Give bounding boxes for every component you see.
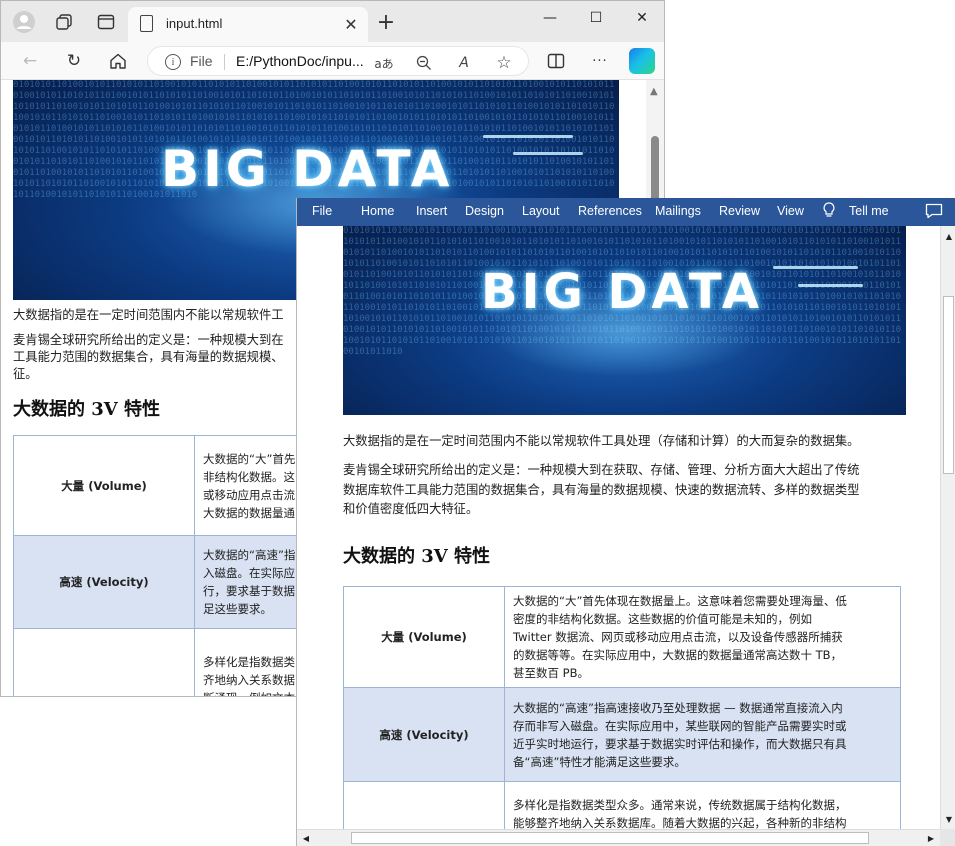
cell-line: 备“高速”特性才能满足这些要求。 xyxy=(513,754,686,769)
address-url[interactable]: E:/PythonDoc/inpu... xyxy=(236,53,364,69)
big-data-banner: 0101010110100101011010101101001010110101… xyxy=(343,226,906,415)
word-window: File Home Insert Design Layout Reference… xyxy=(296,198,955,846)
paragraph-definition-line: 麦肯锡全球研究所给出的定义是：一种规模大到在获取、存储、管理、分析方面大大超出了… xyxy=(343,463,860,477)
tab-title: input.html xyxy=(166,16,223,31)
paragraph-definition-line: 麦肯锡全球研究所给出的定义是：一种规模大到在 xyxy=(13,333,284,347)
table-value-cell: 多样化是指数据类型众多。通常来说，传统数据属于结构化数据， 能够整齐地纳入关系数… xyxy=(504,781,901,829)
cell-line: 存而非写入磁盘。在实际应用中，某些联网的智能产品需要实时或 xyxy=(513,718,847,733)
cell-line: 密度的非结构化数据。这些数据的价值可能是未知的，例如 xyxy=(513,612,812,626)
cell-line: Twitter 数据流、网页或移动应用点击流，以及设备传感器所捕获 xyxy=(513,630,843,644)
tab-close-icon[interactable]: ✕ xyxy=(340,13,362,35)
table-row: 大量 (Volume) 大数据的“大”首先体现在数据量上。这意味着您需要处理海量… xyxy=(343,586,901,688)
table-key-cell: 大量 (Volume) xyxy=(13,435,195,536)
browser-toolbar: ← ↻ i File E:/PythonDoc/inpu... aあ A ☆ ·… xyxy=(1,42,664,80)
cell-line: 大数据的“大”首先体现在数据量上。这意味着您需要处理海量、低 xyxy=(513,594,847,608)
paragraph-definition-line: 数据库软件工具能力范围的数据集合，具有海量的数据规模、快速的数据流转、多样的数据… xyxy=(343,483,860,497)
workspaces-icon[interactable] xyxy=(51,10,77,34)
menu-references[interactable]: References xyxy=(578,204,642,218)
scroll-down-arrow-icon[interactable]: ▼ xyxy=(943,812,955,826)
banner-title: BIG DATA xyxy=(161,140,454,198)
menu-home[interactable]: Home xyxy=(361,204,394,218)
split-screen-icon[interactable] xyxy=(544,50,568,72)
characteristics-table: 大量 (Volume) 大数据的“大”首先 非结构化数据。这 或移动应用点击流 … xyxy=(13,435,333,696)
table-key-cell: 大量 (Volume) xyxy=(343,586,505,688)
scrollbar-thumb[interactable] xyxy=(943,296,954,474)
table-row: 大量 (Volume) 大数据的“大”首先 非结构化数据。这 或移动应用点击流 … xyxy=(13,435,333,536)
cell-line: 近乎实时地运行，要求基于数据实时评估和操作，而大数据只有具 xyxy=(513,736,847,751)
cell-line: 能够整齐地纳入关系数据库。随着大数据的兴起，各种新的非结构 xyxy=(513,816,847,829)
cell-line: 甚至数百 PB。 xyxy=(513,666,589,680)
table-row: 多样化是指数据类型众多。通常来说，传统数据属于结构化数据， 能够整齐地纳入关系数… xyxy=(343,781,901,829)
scroll-right-arrow-icon[interactable]: ▶ xyxy=(924,832,938,844)
cell-line: 的数据等等。在实际应用中，大数据的数据量通常高达数十 TB， xyxy=(513,648,843,662)
menu-insert[interactable]: Insert xyxy=(416,204,447,218)
characteristics-table: 大量 (Volume) 大数据的“大”首先体现在数据量上。这意味着您需要处理海量… xyxy=(343,586,901,829)
browser-tab[interactable]: input.html ✕ xyxy=(128,7,368,42)
tab-actions-icon[interactable] xyxy=(93,10,119,34)
close-window-button[interactable]: ✕ xyxy=(619,7,664,29)
menu-design[interactable]: Design xyxy=(465,204,504,218)
paragraph-definition-line: 和价值密度低四大特征。 xyxy=(343,502,479,516)
light-streak xyxy=(773,266,858,269)
word-document-page[interactable]: 0101010110100101011010101101001010110101… xyxy=(297,226,940,829)
text-size-icon[interactable]: A xyxy=(454,53,474,73)
scroll-up-arrow-icon[interactable]: ▲ xyxy=(943,229,955,243)
menu-tell-me[interactable]: Tell me xyxy=(849,204,889,218)
zoom-out-icon[interactable] xyxy=(414,53,434,73)
menu-file[interactable]: File xyxy=(312,204,332,218)
maximize-button[interactable]: ☐ xyxy=(573,7,619,29)
scrollbar-corner xyxy=(940,829,955,846)
new-tab-button[interactable]: + xyxy=(374,11,398,35)
word-ribbon-menu: File Home Insert Design Layout Reference… xyxy=(297,198,955,226)
cell-line: 多样化是指数据类型众多。通常来说，传统数据属于结构化数据， xyxy=(513,798,847,812)
home-icon[interactable] xyxy=(105,49,131,73)
section-heading: 大数据的 3V 特性 xyxy=(343,546,491,567)
light-streak xyxy=(798,284,863,287)
paragraph-intro: 大数据指的是在一定时间范围内不能以常规软件工 xyxy=(13,308,284,322)
table-value-cell: 大数据的“高速”指高速接收乃至处理数据 — 数据通常直接流入内 存而非写入磁盘。… xyxy=(504,687,901,782)
table-key-cell: 多样化 (Variety) xyxy=(13,628,195,696)
info-icon[interactable]: i xyxy=(165,54,181,70)
light-streak xyxy=(513,152,583,155)
table-row: 高速 (Velocity) 大数据的“高速”指 入磁盘。在实际应 行，要求基于数… xyxy=(13,535,333,629)
profile-icon[interactable] xyxy=(11,10,37,34)
banner-title: BIG DATA xyxy=(481,264,763,320)
page-icon xyxy=(140,15,153,32)
more-options-icon[interactable]: ··· xyxy=(588,50,612,72)
section-heading: 大数据的 3V 特性 xyxy=(13,399,161,420)
light-streak xyxy=(483,135,573,138)
copilot-icon[interactable] xyxy=(629,48,655,74)
menu-layout[interactable]: Layout xyxy=(522,204,560,218)
address-separator xyxy=(224,54,225,70)
table-row: 高速 (Velocity) 大数据的“高速”指高速接收乃至处理数据 — 数据通常… xyxy=(343,687,901,782)
menu-view[interactable]: View xyxy=(777,204,804,218)
vertical-scrollbar[interactable]: ▲ ▼ xyxy=(940,226,955,829)
scroll-up-arrow-icon[interactable]: ▲ xyxy=(650,86,658,97)
favorite-star-icon[interactable]: ☆ xyxy=(494,53,514,73)
address-scheme: File xyxy=(190,53,213,69)
back-arrow-icon[interactable]: ← xyxy=(17,49,43,73)
paragraph-intro: 大数据指的是在一定时间范围内不能以常规软件工具处理（存储和计算）的大而复杂的数据… xyxy=(343,434,860,448)
menu-mailings[interactable]: Mailings xyxy=(655,204,701,218)
scroll-left-arrow-icon[interactable]: ◀ xyxy=(299,832,313,844)
address-bar[interactable]: i File E:/PythonDoc/inpu... aあ A ☆ xyxy=(147,46,529,76)
scrollbar-thumb[interactable] xyxy=(351,832,869,844)
table-key-cell: 高速 (Velocity) xyxy=(343,687,505,782)
read-aloud-icon[interactable]: aあ xyxy=(374,53,394,73)
horizontal-scrollbar[interactable]: ◀ ▶ xyxy=(297,829,940,846)
paragraph-definition-line: 征。 xyxy=(13,367,38,381)
refresh-icon[interactable]: ↻ xyxy=(61,49,87,73)
cell-line: 大数据的“高速”指高速接收乃至处理数据 — 数据通常直接流入内 xyxy=(513,700,843,715)
comments-icon[interactable] xyxy=(925,203,943,222)
table-key-cell xyxy=(343,781,505,829)
paragraph-definition-line: 工具能力范围的数据集合，具有海量的数据规模、 xyxy=(13,350,284,364)
lightbulb-icon[interactable] xyxy=(823,202,835,222)
menu-review[interactable]: Review xyxy=(719,204,760,218)
table-key-cell: 高速 (Velocity) xyxy=(13,535,195,629)
table-value-cell: 大数据的“大”首先体现在数据量上。这意味着您需要处理海量、低 密度的非结构化数据… xyxy=(504,586,901,688)
table-row: 多样化 (Variety) 多样化是指数据类 齐地纳入关系数据 断涌现，例如文本 xyxy=(13,628,333,696)
minimize-button[interactable]: — xyxy=(527,7,573,29)
tab-strip: input.html ✕ + — ☐ ✕ xyxy=(1,1,664,42)
